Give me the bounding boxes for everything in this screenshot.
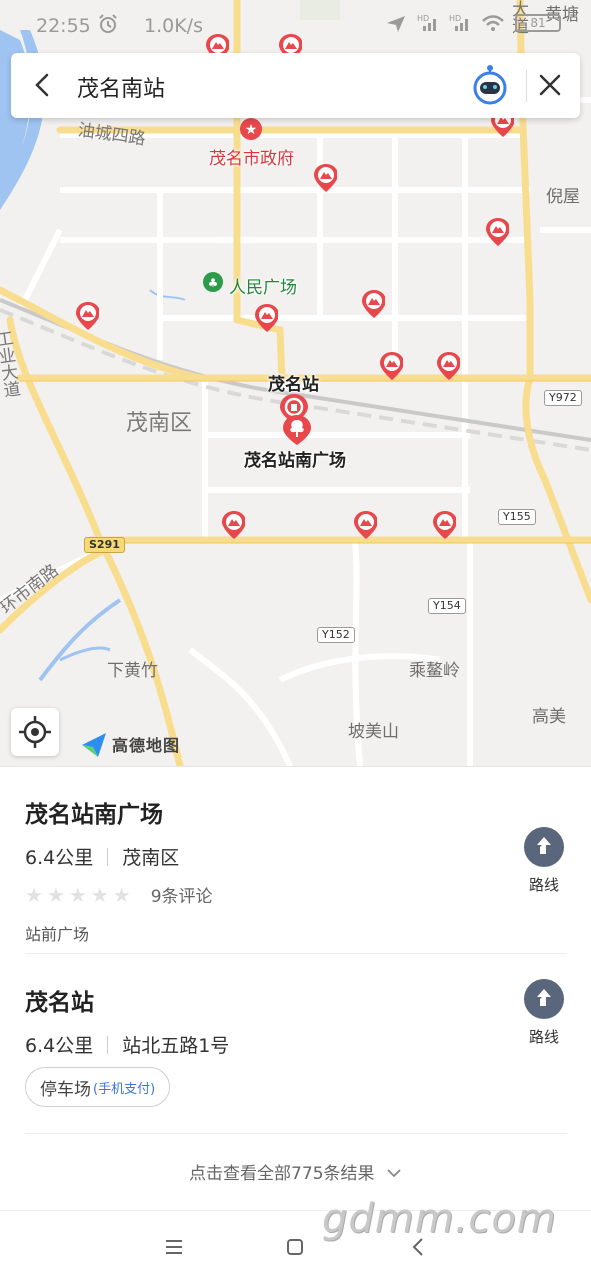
meta-separator <box>107 1035 109 1054</box>
parking-tag-label: 停车场 <box>40 1079 91 1100</box>
scenic-spot-pin-icon[interactable] <box>436 351 460 381</box>
scenic-spot-pin-icon[interactable] <box>313 163 337 193</box>
map-place-label: 坡美山 <box>348 722 399 742</box>
voice-assistant-robot-icon[interactable] <box>469 63 511 105</box>
battery-indicator: 81 <box>515 14 561 32</box>
star-icon: ★ <box>112 882 131 907</box>
svg-text:♣: ♣ <box>208 276 219 290</box>
result-meta: 6.4公里 茂南区 <box>25 843 567 870</box>
scenic-spot-pin-icon[interactable] <box>485 217 509 247</box>
result-address: 茂南区 <box>122 847 180 869</box>
result-title: 茂名站南广场 <box>25 802 163 828</box>
route-button-label: 路线 <box>528 876 559 894</box>
map-view[interactable]: 油城四路 工业大道 大道 环市南路 黄塘 倪屋 茂南区 下黄竹 乘鳌岭 高美 坡… <box>0 0 591 766</box>
map-place-label: 倪屋 <box>546 187 580 207</box>
result-meta: 6.4公里 站北五路1号 <box>25 1031 567 1058</box>
poi-label-south-square[interactable]: 茂名站南广场 <box>244 446 346 471</box>
location-arrow-icon <box>387 16 405 32</box>
back-arrow-icon[interactable] <box>25 67 61 103</box>
amap-logo-text: 高德地图 <box>112 736 181 755</box>
status-net-speed: 1.0K/s <box>144 15 203 37</box>
parking-tag[interactable]: 停车场 (手机支付) <box>25 1067 171 1107</box>
map-place-label: 乘鳌岭 <box>409 661 460 681</box>
result-divider <box>25 953 567 954</box>
close-icon[interactable] <box>532 67 568 103</box>
results-panel: 茂名站南广场 6.4公里 茂南区 ★ ★ ★ ★ ★ 9条评论 站前广场 路线 <box>0 766 591 1210</box>
city-government-pin-icon[interactable]: ★ <box>238 116 264 142</box>
result-category: 站前广场 <box>25 925 90 944</box>
amap-logo-icon <box>82 733 106 757</box>
result-distance: 6.4公里 <box>25 847 94 869</box>
watermark-logo: gdmm.com <box>322 1196 557 1242</box>
chevron-down-icon <box>387 1169 401 1178</box>
result-divider <box>25 1133 567 1134</box>
star-icon: ★ <box>90 882 109 907</box>
meta-separator <box>107 847 109 866</box>
scenic-spot-pin-icon[interactable] <box>379 351 403 381</box>
result-title: 茂名站 <box>25 990 94 1016</box>
menu-icon[interactable] <box>160 1233 188 1261</box>
result-distance: 6.4公里 <box>25 1035 94 1057</box>
rating-stars: ★ ★ ★ ★ ★ 9条评论 <box>25 882 567 908</box>
park-pin-icon[interactable]: ♣ <box>202 271 224 293</box>
app-root: 油城四路 工业大道 大道 环市南路 黄塘 倪屋 茂南区 下黄竹 乘鳌岭 高美 坡… <box>0 0 591 1280</box>
result-item[interactable]: 茂名站 6.4公里 站北五路1号 <box>25 983 567 1058</box>
parking-tag-note: (手机支付) <box>93 1081 156 1097</box>
result-item[interactable]: 茂名站南广场 6.4公里 茂南区 ★ ★ ★ ★ ★ 9条评论 站前广场 <box>25 795 567 945</box>
signal-hd-2-icon: HD <box>449 14 468 31</box>
route-button[interactable]: 路线 <box>514 827 574 895</box>
scenic-spot-pin-icon[interactable] <box>432 510 456 540</box>
search-bar[interactable]: 茂名南站 <box>11 53 580 118</box>
svg-text:HD: HD <box>417 14 429 23</box>
route-badge: Y972 <box>544 390 582 406</box>
route-arrow-icon <box>524 979 564 1019</box>
route-badge: Y152 <box>317 627 355 643</box>
svg-text:★: ★ <box>245 122 258 138</box>
route-badge: S291 <box>84 537 125 553</box>
scenic-spot-pin-icon[interactable] <box>353 510 377 540</box>
status-right: HD HD 81 <box>385 14 561 32</box>
signal-hd-icon: HD <box>417 14 436 31</box>
alarm-icon <box>99 14 117 33</box>
selected-square-pin-icon[interactable] <box>282 414 312 446</box>
scenic-spot-pin-icon[interactable] <box>221 510 245 540</box>
see-all-results-text: 点击查看全部775条结果 <box>189 1164 375 1184</box>
poi-label-city-government[interactable]: 茂名市政府 <box>209 144 294 169</box>
map-district-label: 茂南区 <box>126 411 193 436</box>
see-all-results-link[interactable]: 点击查看全部775条结果 <box>0 1159 591 1184</box>
result-address: 站北五路1号 <box>122 1035 230 1057</box>
my-location-button[interactable] <box>11 708 59 756</box>
review-count[interactable]: 9条评论 <box>151 882 213 907</box>
search-query-text[interactable]: 茂名南站 <box>77 71 165 103</box>
star-icon: ★ <box>46 882 65 907</box>
route-button[interactable]: 路线 <box>514 979 574 1047</box>
route-badge: Y154 <box>428 598 466 614</box>
wifi-icon <box>482 15 504 31</box>
poi-label-peoples-square[interactable]: 人民广场 <box>229 273 297 298</box>
map-place-label: 下黄竹 <box>107 661 158 681</box>
poi-label-station[interactable]: 茂名站 <box>268 370 319 395</box>
scenic-spot-pin-icon[interactable] <box>361 289 385 319</box>
scenic-spot-pin-icon[interactable] <box>75 301 99 331</box>
status-time: 22:55 <box>36 15 91 37</box>
status-bar: 22:55 1.0K/s HD HD 81 <box>0 0 591 52</box>
map-place-label: 高美 <box>532 707 566 727</box>
crosshair-icon <box>19 716 51 748</box>
svg-text:HD: HD <box>449 14 461 23</box>
route-badge: Y155 <box>498 509 536 525</box>
route-button-label: 路线 <box>528 1028 559 1046</box>
star-icon: ★ <box>68 882 87 907</box>
amap-logo: 高德地图 <box>80 731 180 757</box>
home-icon[interactable] <box>281 1233 309 1261</box>
search-bar-divider <box>526 70 527 102</box>
route-arrow-icon <box>524 827 564 867</box>
scenic-spot-pin-icon[interactable] <box>254 303 278 333</box>
star-icon: ★ <box>25 882 43 907</box>
